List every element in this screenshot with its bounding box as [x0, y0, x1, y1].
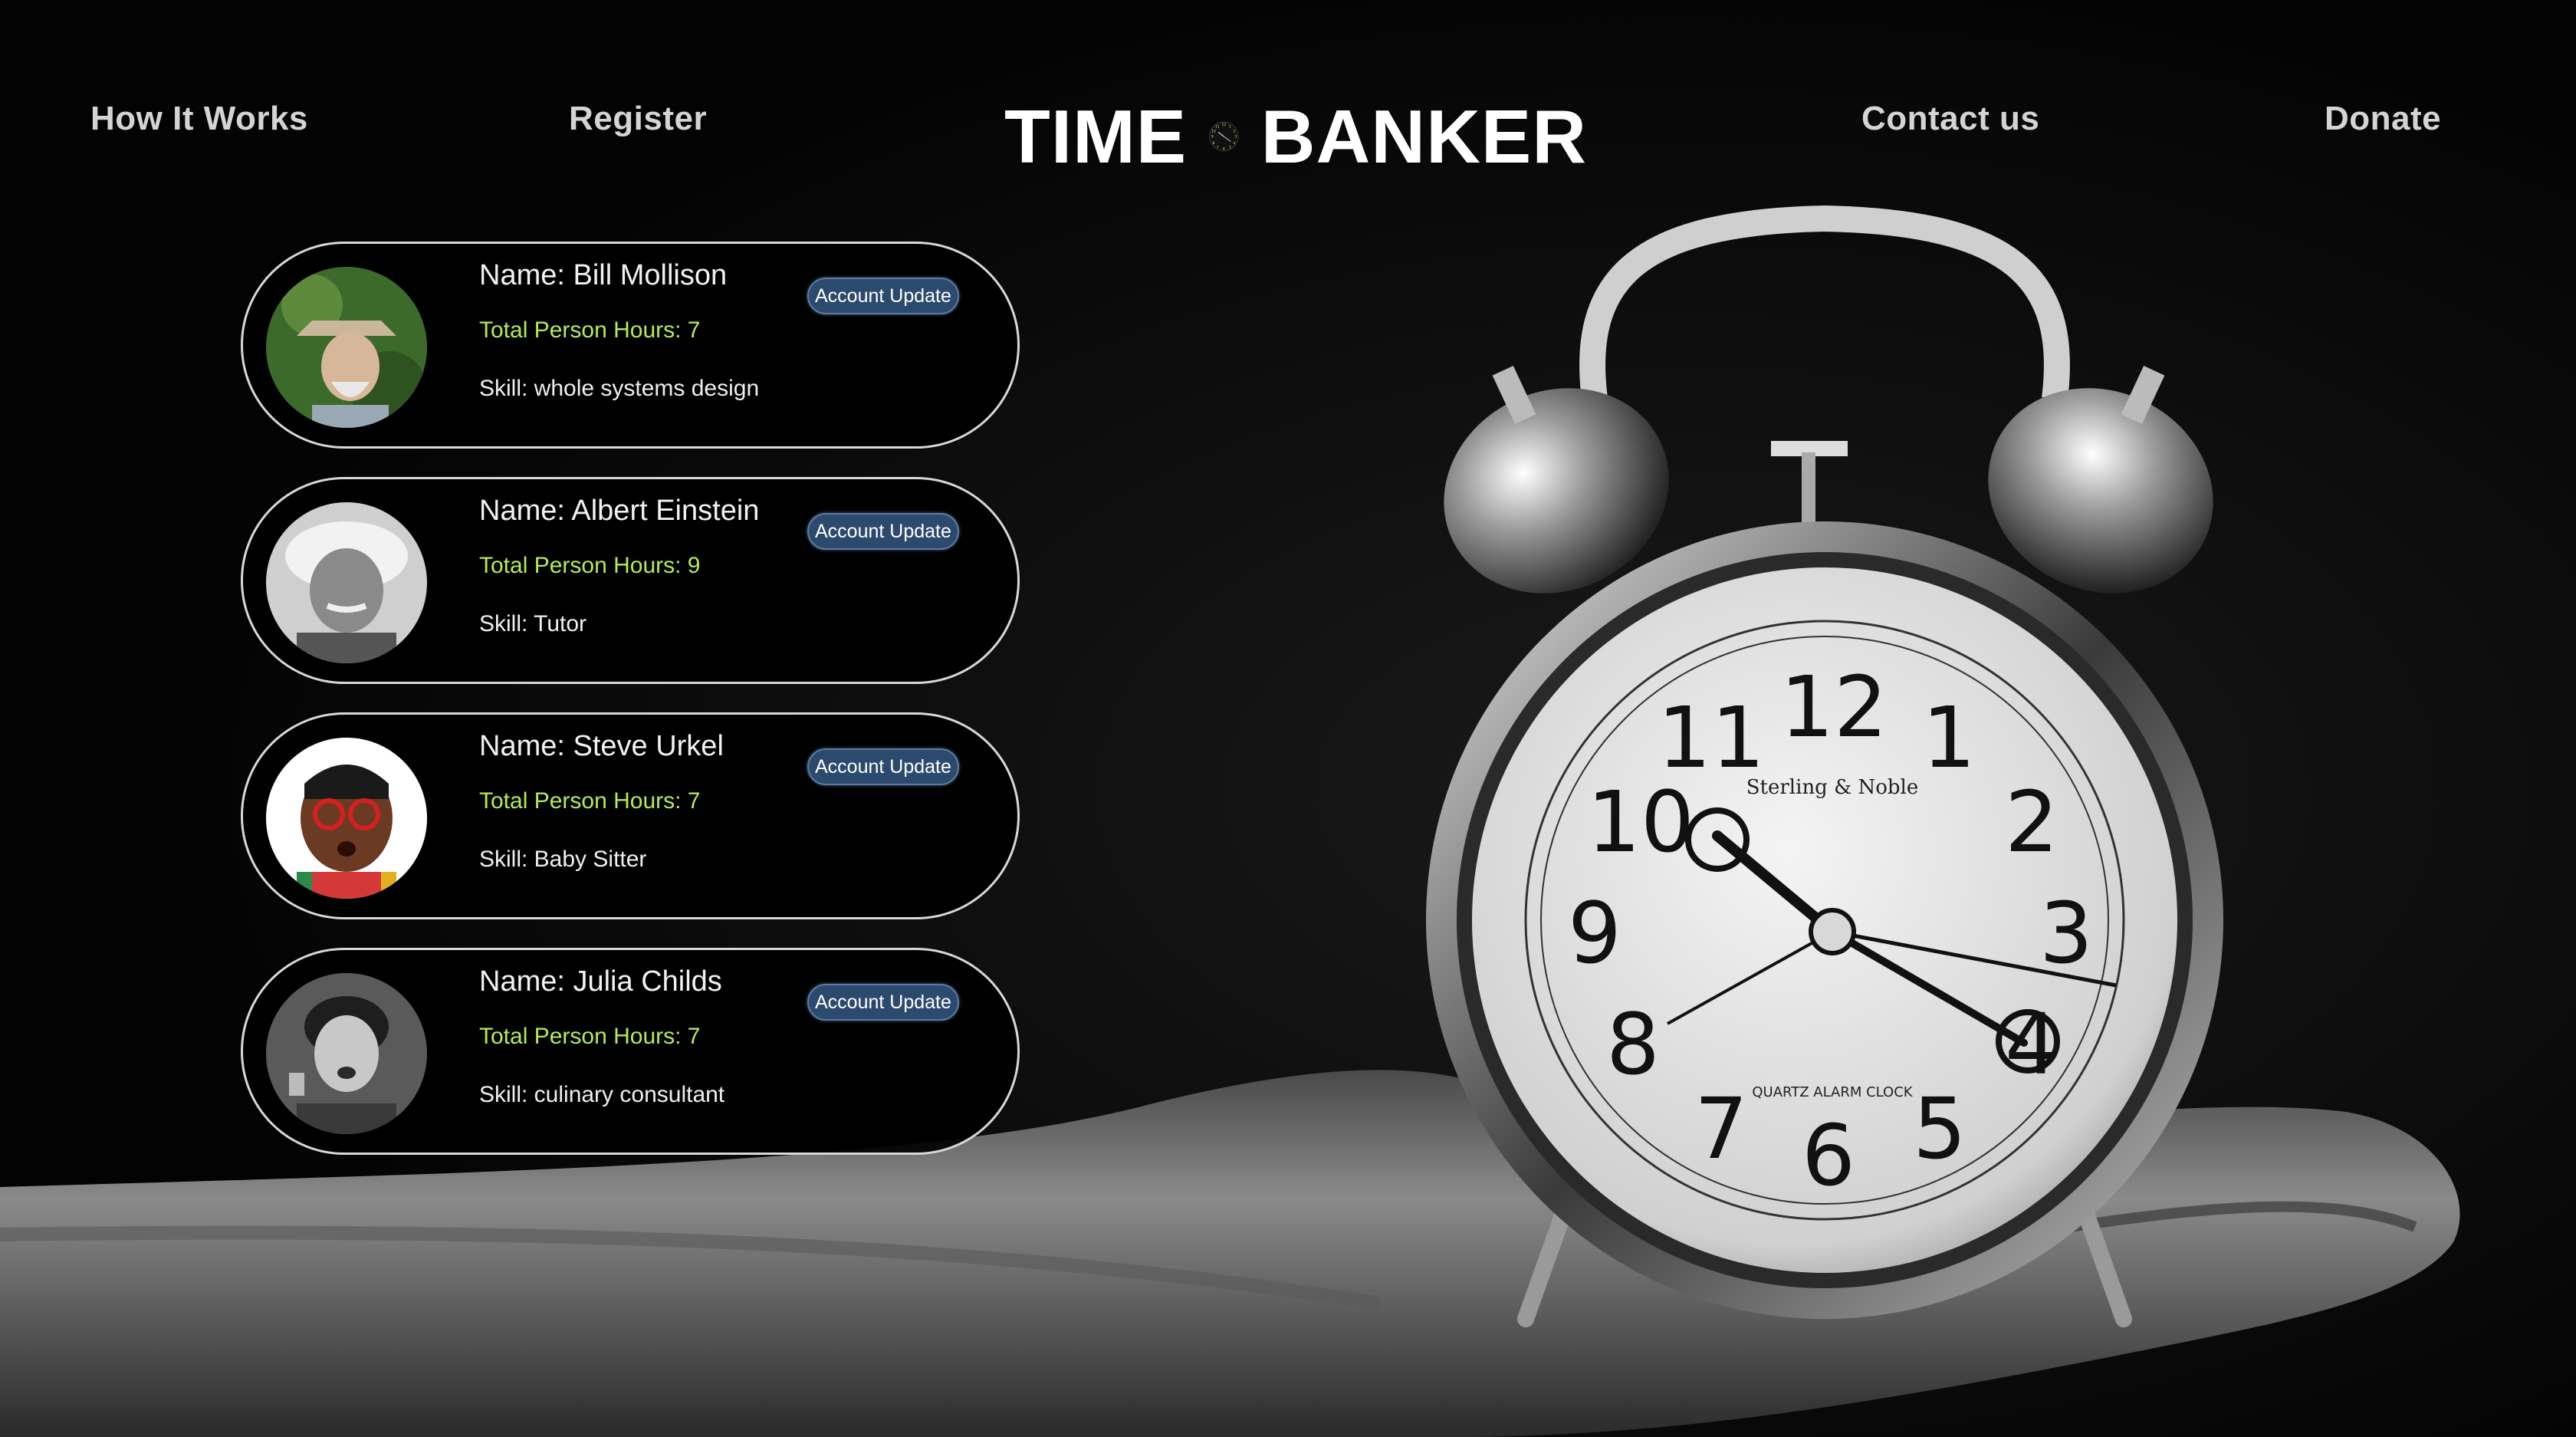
profile-hours: Total Person Hours: 7 [479, 1024, 701, 1049]
svg-text:7: 7 [1217, 145, 1219, 150]
svg-text:10: 10 [1587, 773, 1694, 871]
profile-card: Name: Bill Mollison Total Person Hours: … [241, 242, 1020, 449]
profile-card: Name: Steve Urkel Total Person Hours: 7 … [241, 712, 1020, 919]
svg-text:6: 6 [1223, 146, 1225, 151]
account-update-button[interactable]: Account Update [807, 278, 959, 314]
svg-text:11: 11 [1215, 125, 1220, 130]
profile-hours: Total Person Hours: 7 [479, 317, 701, 343]
profile-name: Name: Albert Einstein [479, 495, 760, 527]
avatar [266, 267, 427, 428]
profile-card: Name: Julia Childs Total Person Hours: 7… [241, 948, 1020, 1155]
svg-text:5: 5 [1913, 1080, 1967, 1178]
svg-text:7: 7 [1694, 1080, 1748, 1178]
svg-text:12: 12 [1780, 658, 1888, 756]
svg-text:8: 8 [1606, 995, 1660, 1093]
account-update-button[interactable]: Account Update [807, 748, 959, 785]
profile-name: Name: Steve Urkel [479, 730, 724, 762]
svg-text:4: 4 [1233, 141, 1235, 146]
avatar [266, 502, 427, 663]
account-update-button[interactable]: Account Update [807, 513, 959, 550]
nav-contact-us[interactable]: Contact us [1861, 100, 2039, 138]
avatar [266, 738, 427, 899]
profile-name: Name: Julia Childs [479, 965, 722, 998]
svg-text:2: 2 [2005, 773, 2058, 871]
svg-text:3: 3 [2039, 884, 2093, 982]
profile-skill: Skill: whole systems design [479, 376, 760, 401]
svg-text:QUARTZ ALARM CLOCK: QUARTZ ALARM CLOCK [1752, 1084, 1913, 1100]
profile-skill: Skill: Tutor [479, 611, 587, 636]
svg-text:12: 12 [1222, 123, 1227, 127]
profile-hours: Total Person Hours: 9 [479, 553, 701, 578]
svg-text:1: 1 [1922, 689, 1976, 787]
svg-text:9: 9 [1211, 135, 1214, 140]
profile-skill: Skill: culinary consultant [479, 1082, 725, 1107]
profile-hours: Total Person Hours: 7 [479, 788, 701, 814]
profile-name: Name: Bill Mollison [479, 259, 728, 291]
svg-text:11: 11 [1658, 689, 1765, 787]
avatar [266, 973, 427, 1134]
profile-card: Name: Albert Einstein Total Person Hours… [241, 477, 1020, 684]
account-update-button[interactable]: Account Update [807, 984, 959, 1021]
svg-text:9: 9 [1568, 884, 1622, 982]
svg-text:2: 2 [1233, 129, 1235, 133]
nav-how-it-works[interactable]: How It Works [90, 100, 308, 138]
svg-text:8: 8 [1213, 141, 1215, 146]
logo-word-time: TIME [1004, 94, 1188, 179]
site-logo[interactable]: TIME 12 3 6 9 12 45 7 8 10 11 BANKER [1004, 90, 1587, 183]
nav-register[interactable]: Register [569, 100, 707, 138]
svg-text:Sterling & Noble: Sterling & Noble [1746, 776, 1919, 799]
clock-icon: 12 3 6 9 12 45 78 1011 [1209, 121, 1239, 151]
svg-text:1: 1 [1229, 125, 1231, 130]
svg-text:6: 6 [1802, 1107, 1855, 1205]
profile-skill: Skill: Baby Sitter [479, 847, 647, 872]
svg-text:3: 3 [1234, 135, 1237, 140]
logo-word-banker: BANKER [1260, 94, 1587, 179]
nav-donate[interactable]: Donate [2325, 100, 2441, 138]
svg-text:5: 5 [1229, 145, 1231, 150]
svg-text:10: 10 [1211, 129, 1216, 133]
